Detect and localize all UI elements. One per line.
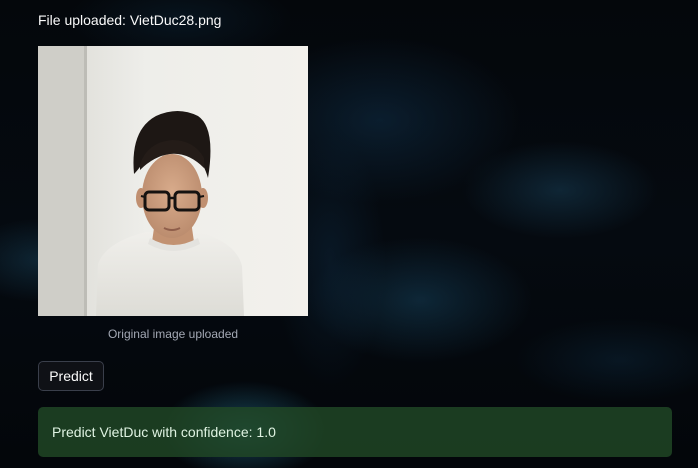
predict-button[interactable]: Predict bbox=[38, 361, 104, 391]
image-caption: Original image uploaded bbox=[107, 327, 239, 341]
prediction-result-text: Predict VietDuc with confidence: 1.0 bbox=[52, 424, 276, 440]
file-uploaded-label: File uploaded: VietDuc28.png bbox=[38, 12, 222, 28]
prediction-result-alert: Predict VietDuc with confidence: 1.0 bbox=[38, 407, 672, 457]
uploaded-image bbox=[38, 46, 308, 316]
main-content: File uploaded: VietDuc28.png Original im… bbox=[0, 0, 698, 468]
